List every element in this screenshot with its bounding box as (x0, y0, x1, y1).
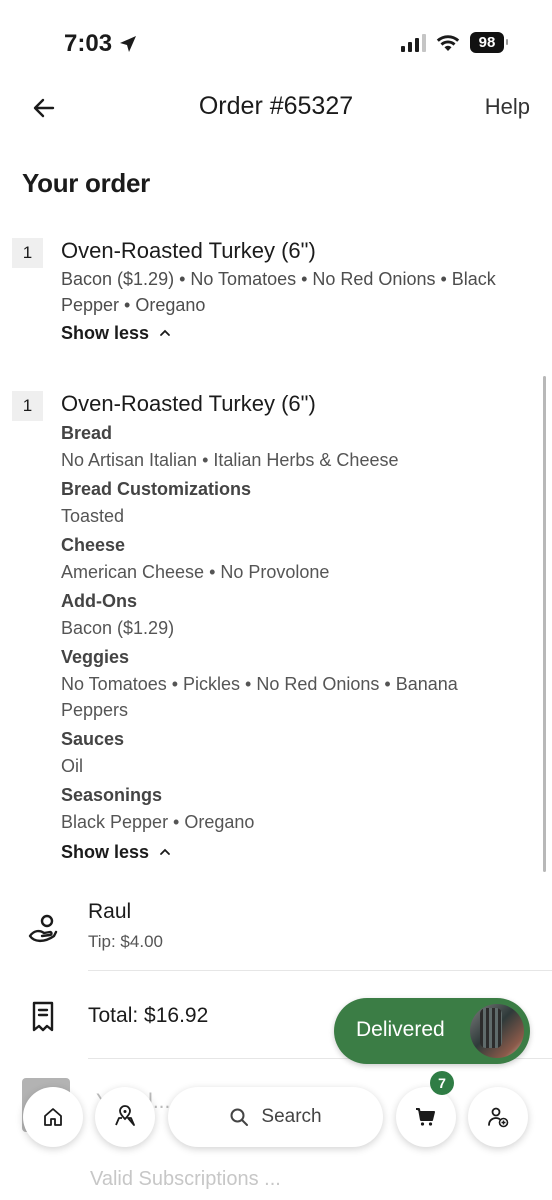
chevron-up-icon (160, 329, 170, 336)
item-name: Oven-Roasted Turkey (6") (61, 238, 316, 263)
option-heading-cheese: Cheese (61, 535, 126, 555)
option-heading-bread-customizations: Bread Customizations (61, 479, 252, 499)
cart-button[interactable]: 7 (396, 1071, 456, 1147)
show-less-label: Show less (61, 323, 150, 343)
cart-icon (416, 1108, 435, 1126)
account-icon (488, 1107, 509, 1128)
option-value-cheese: American Cheese • No Provolone (61, 562, 330, 582)
browse-nearby-button[interactable] (95, 1087, 155, 1147)
battery-indicator: 98 (470, 32, 508, 53)
search-icon (230, 1108, 249, 1126)
option-heading-seasonings: Seasonings (61, 785, 163, 805)
location-arrow-icon (120, 36, 137, 52)
bottom-nav: Search 7 (0, 1071, 552, 1170)
back-button[interactable] (30, 94, 58, 122)
page-title: Order #65327 (198, 92, 354, 120)
show-less-button[interactable]: Show less (61, 837, 171, 867)
next-section-subtext: Valid Subscriptions ... (90, 1168, 281, 1190)
home-icon (44, 1108, 62, 1126)
option-heading-sauces: Sauces (61, 729, 125, 749)
option-value-add-ons: Bacon ($1.29) (61, 618, 175, 638)
quantity-badge: 1 (12, 391, 43, 421)
option-value-sauces: Oil (61, 756, 83, 776)
courier-row: Raul Tip: $4.00 (0, 896, 552, 972)
search-label: Search (261, 1106, 322, 1127)
delivered-status-button[interactable]: Delivered (334, 998, 530, 1064)
scrollbar[interactable] (543, 376, 546, 872)
option-value-bread-customizations: Toasted (61, 506, 125, 526)
search-button[interactable]: Search (168, 1087, 383, 1147)
cart-count-badge: 7 (430, 1071, 454, 1095)
clock-text: 7:03 (64, 30, 113, 57)
order-header: Order #65327 Help (0, 88, 552, 128)
status-time: 7:03 (64, 30, 138, 58)
back-arrow-icon (33, 98, 55, 118)
item-summary: Bacon ($1.29) • No Tomatoes • No Red Oni… (61, 269, 496, 315)
chevron-up-icon (160, 848, 170, 855)
status-bar: 7:03 98 (0, 0, 552, 88)
account-button[interactable] (468, 1087, 528, 1147)
help-button[interactable]: Help (485, 94, 530, 120)
show-less-label: Show less (61, 842, 150, 862)
item-name: Oven-Roasted Turkey (6") (61, 391, 316, 416)
location-pin-icon (115, 1105, 135, 1126)
courier-tip: Tip: $4.00 (88, 932, 163, 951)
delivered-label: Delivered (356, 1018, 445, 1041)
option-value-seasonings: Black Pepper • Oregano (61, 812, 255, 832)
receipt-icon (32, 1001, 54, 1032)
wifi-icon (436, 34, 460, 51)
your-order-heading: Your order (22, 168, 150, 198)
status-indicators: 98 (401, 32, 508, 53)
order-total: Total: $16.92 (88, 1004, 209, 1027)
option-heading-veggies: Veggies (61, 647, 130, 667)
courier-hand-icon (28, 914, 58, 943)
quantity-badge: 1 (12, 238, 43, 268)
option-value-bread: No Artisan Italian • Italian Herbs & Che… (61, 450, 399, 470)
show-less-button[interactable]: Show less (61, 318, 171, 348)
home-button[interactable] (23, 1087, 83, 1147)
delivery-photo-thumbnail[interactable] (470, 1004, 524, 1058)
option-value-veggies: No Tomatoes • Pickles • No Red Onions • … (61, 674, 458, 720)
divider (88, 970, 552, 971)
option-heading-add-ons: Add-Ons (61, 591, 137, 611)
option-heading-bread: Bread (61, 423, 113, 443)
courier-name: Raul (88, 900, 132, 923)
cellular-signal-icon (401, 33, 426, 52)
